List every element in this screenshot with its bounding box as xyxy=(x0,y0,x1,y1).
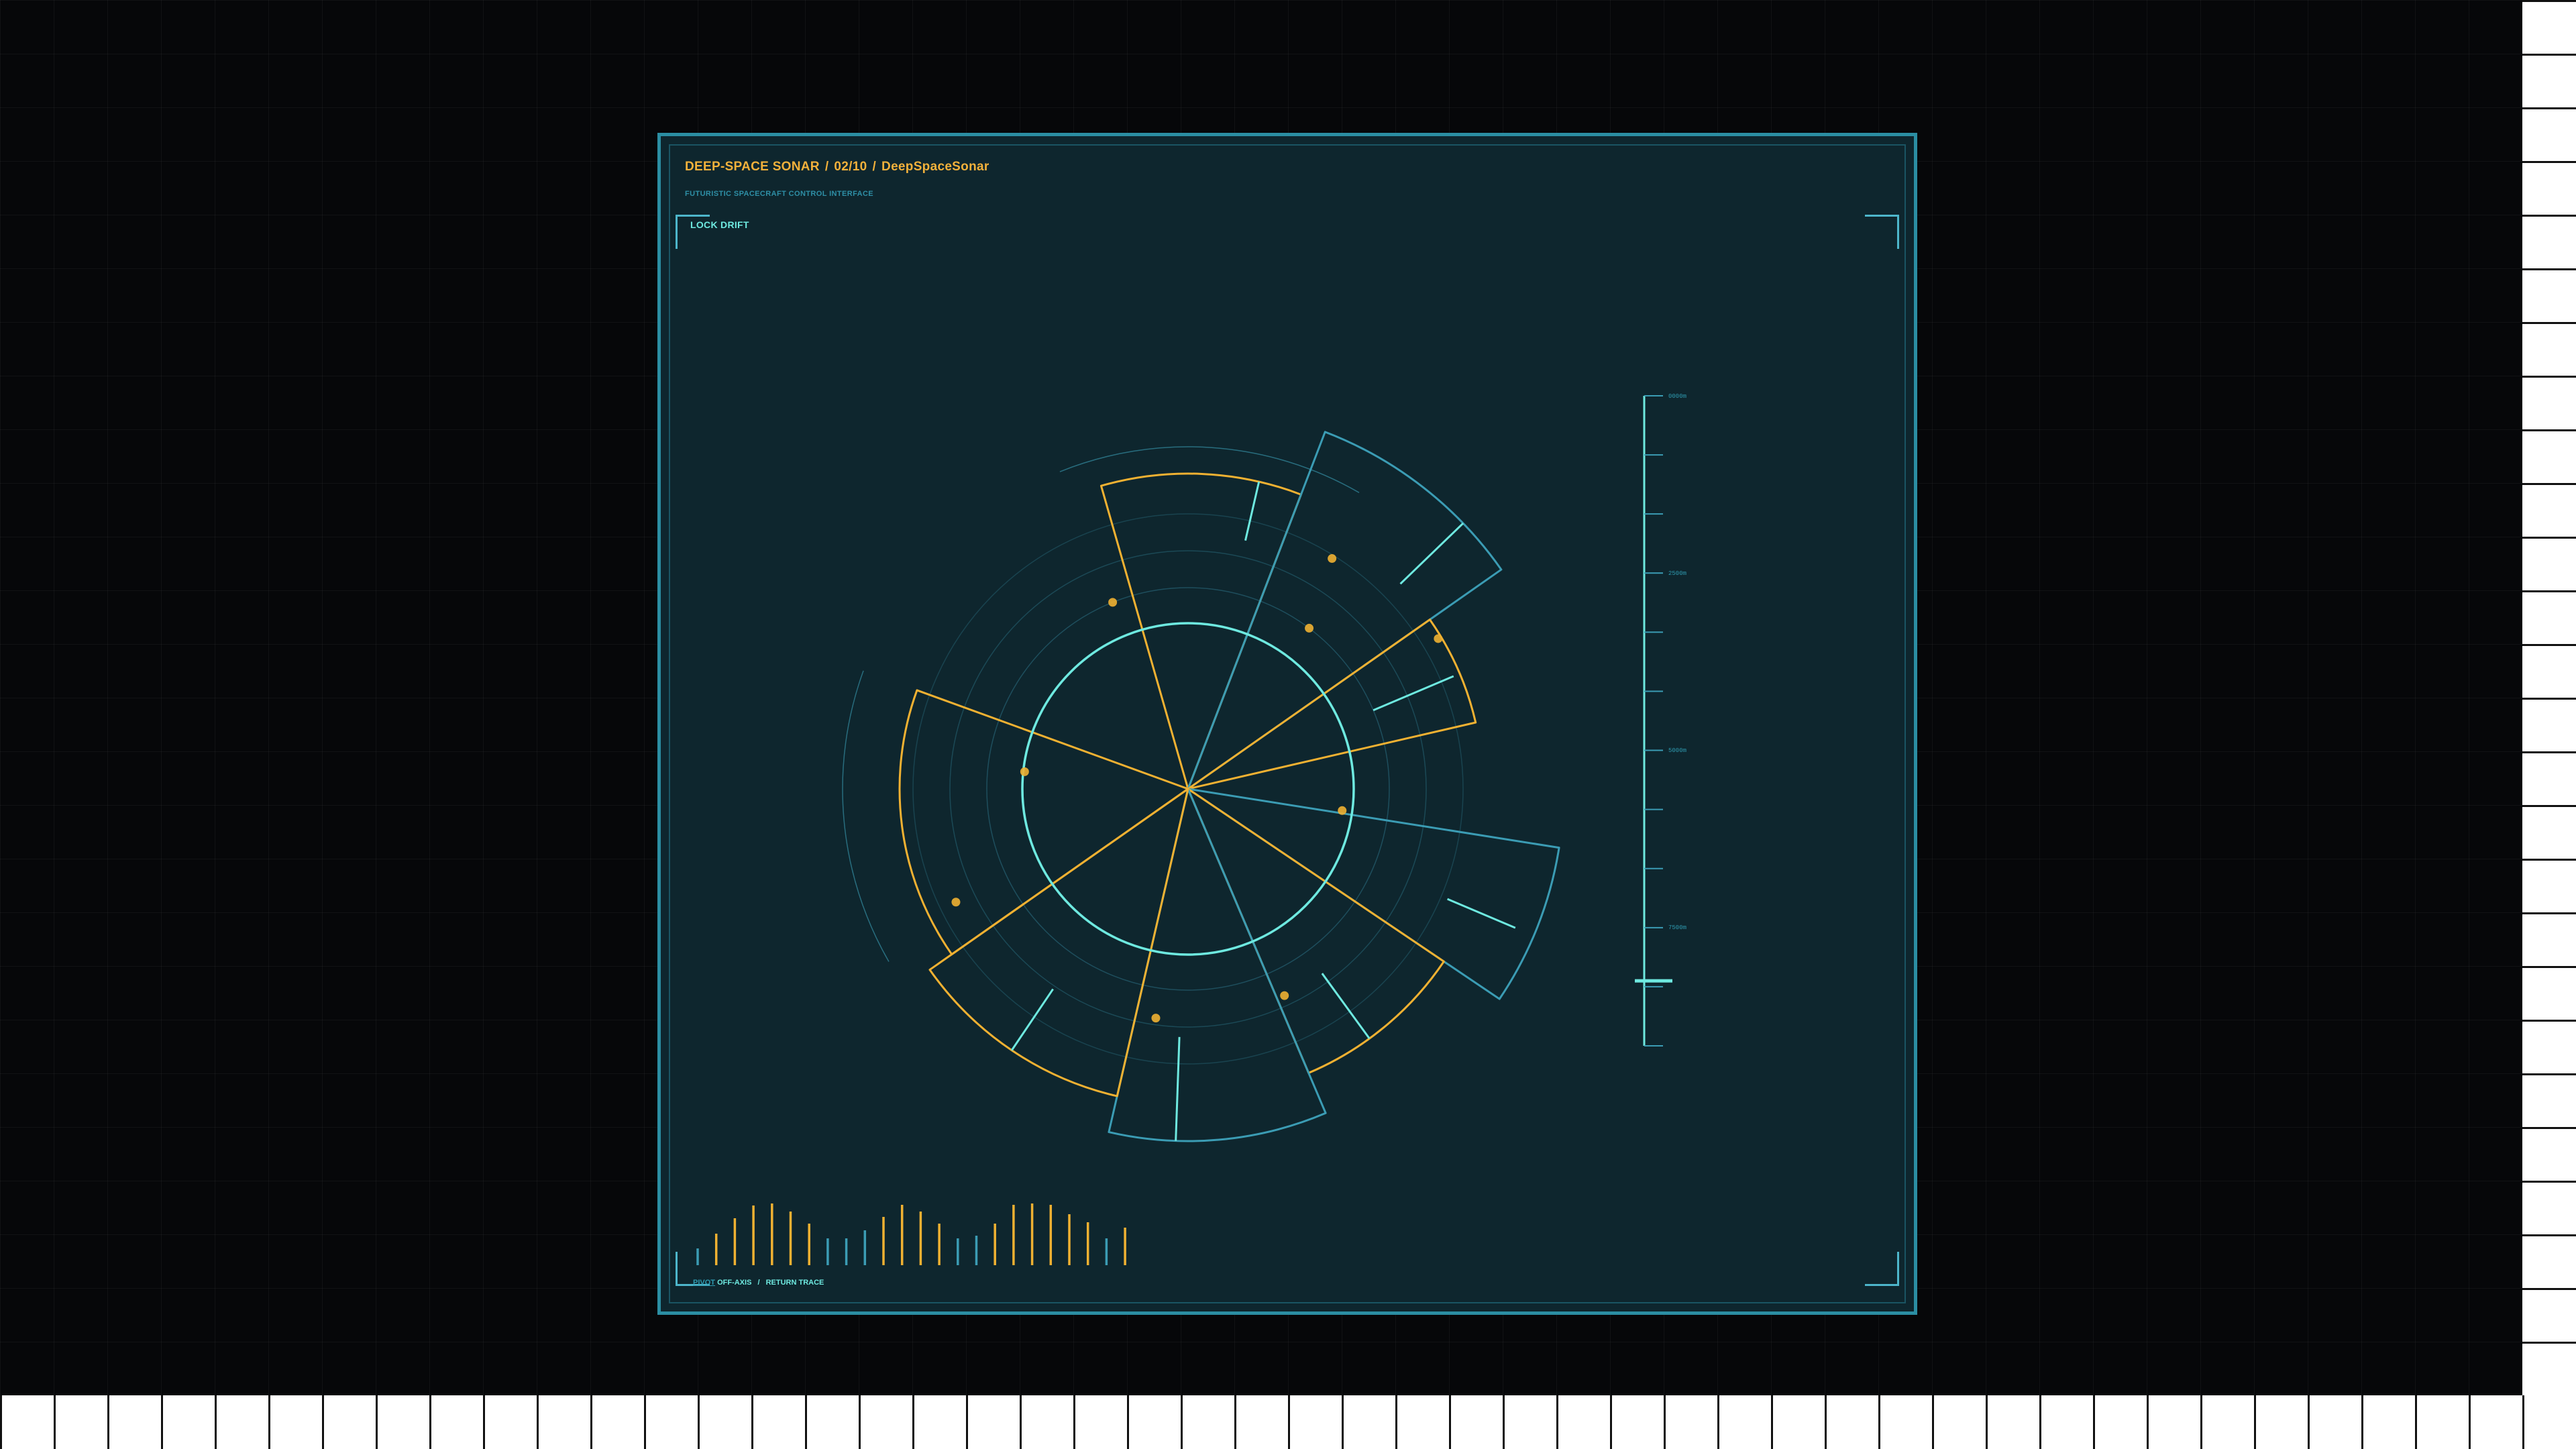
sonar-sector xyxy=(1187,788,1445,1074)
contact-blip xyxy=(1151,1014,1161,1023)
contact-blip xyxy=(1108,598,1118,607)
pivot-link[interactable]: PIVOT xyxy=(693,1279,715,1287)
sector-tick xyxy=(1010,988,1054,1051)
sector-tick xyxy=(1175,1036,1181,1141)
sector-tick xyxy=(1447,898,1516,929)
depth-label: 5000m xyxy=(1668,747,1686,754)
contact-blip xyxy=(1338,806,1347,815)
contact-blip xyxy=(1434,634,1443,643)
footer-bar: PIVOT OFF-AXIS / RETURN TRACE xyxy=(693,1279,824,1287)
signal-histogram xyxy=(696,1203,1126,1265)
radial-scope xyxy=(842,431,1560,1142)
contact-blip xyxy=(951,898,961,907)
depth-label: 2500m xyxy=(1668,570,1686,577)
contact-blip xyxy=(1280,991,1289,1000)
edge-ruler-right xyxy=(2522,0,2576,1395)
depth-label: 0000m xyxy=(1668,393,1686,400)
sonar-sector xyxy=(1187,788,1560,1000)
contact-blip xyxy=(1020,767,1029,776)
sonar-sector xyxy=(1108,788,1327,1142)
edge-ruler-bottom xyxy=(0,1395,2576,1449)
sector-tick xyxy=(1373,675,1454,712)
sonar-sector xyxy=(1099,472,1302,790)
outer-arc xyxy=(842,670,890,962)
off-axis-label: OFF-AXIS xyxy=(717,1279,752,1287)
contact-blip xyxy=(1328,554,1337,564)
return-trace-button[interactable]: RETURN TRACE xyxy=(766,1279,824,1287)
depth-label: 7500m xyxy=(1668,924,1686,931)
sector-tick xyxy=(1321,973,1371,1040)
sonar-display: 0000m 2500m 5000m 7500m xyxy=(696,393,1686,1265)
sector-tick xyxy=(1244,481,1260,541)
sonar-sector xyxy=(898,689,1189,956)
depth-scale: 0000m 2500m 5000m 7500m xyxy=(1635,393,1686,1046)
sonar-panel: DEEP-SPACE SONAR/02/10/DeepSpaceSonar FU… xyxy=(657,133,1917,1315)
contact-blip xyxy=(1305,623,1314,633)
sector-tick xyxy=(1399,522,1464,585)
